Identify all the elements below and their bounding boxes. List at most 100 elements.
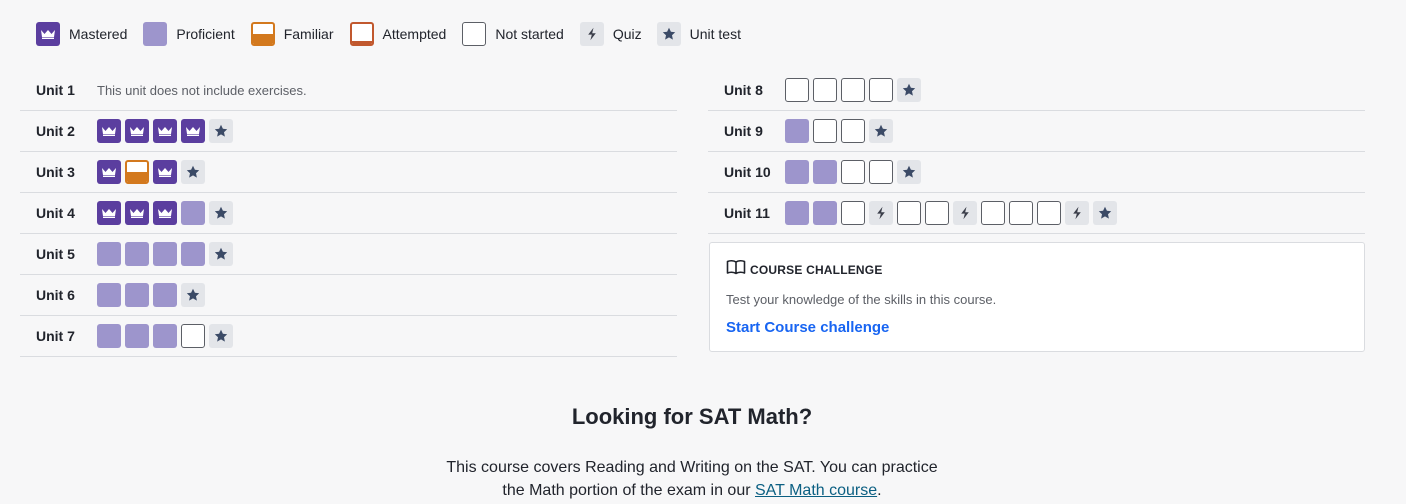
crown-icon bbox=[102, 209, 116, 218]
crown-icon bbox=[41, 30, 55, 39]
not-started-skill-box[interactable] bbox=[785, 78, 809, 102]
not-started-skill-box[interactable] bbox=[841, 78, 865, 102]
proficient-skill-box[interactable] bbox=[785, 119, 809, 143]
legend-item-mastered: Mastered bbox=[36, 22, 127, 46]
unit-link[interactable]: Unit 3 bbox=[36, 164, 97, 180]
star-icon bbox=[662, 27, 675, 40]
unit-test-icon[interactable] bbox=[181, 160, 205, 184]
units-right-column: Unit 8 Unit 9 Unit 10 Unit 11 bbox=[708, 70, 1365, 234]
not-started-skill-box[interactable] bbox=[813, 78, 837, 102]
not-started-skill-box[interactable] bbox=[869, 160, 893, 184]
sat-math-description: This course covers Reading and Writing o… bbox=[0, 456, 1384, 502]
mastered-skill-box[interactable] bbox=[97, 201, 121, 225]
not-started-skill-box[interactable] bbox=[841, 201, 865, 225]
star-icon bbox=[902, 83, 916, 96]
not-started-skill-box[interactable] bbox=[181, 324, 205, 348]
familiar-skill-box[interactable] bbox=[125, 160, 149, 184]
not-started-skill-box[interactable] bbox=[981, 201, 1005, 225]
proficient-skill-box bbox=[143, 22, 168, 46]
skill-boxes bbox=[97, 160, 205, 184]
proficient-skill-box[interactable] bbox=[125, 283, 149, 307]
proficient-skill-box[interactable] bbox=[97, 242, 121, 266]
proficient-skill-box[interactable] bbox=[125, 242, 149, 266]
not-started-skill-box[interactable] bbox=[925, 201, 949, 225]
proficient-skill-box[interactable] bbox=[181, 201, 205, 225]
familiar-skill-box bbox=[250, 22, 275, 46]
legend-item-quiz: Quiz bbox=[579, 22, 642, 46]
crown-icon bbox=[158, 209, 172, 218]
mastered-skill-box[interactable] bbox=[181, 119, 205, 143]
star-icon bbox=[214, 247, 228, 260]
unit-test-icon bbox=[656, 22, 681, 46]
unit-test-icon[interactable] bbox=[1093, 201, 1117, 225]
attempted-skill-box bbox=[349, 22, 374, 46]
proficient-skill-box[interactable] bbox=[153, 324, 177, 348]
quiz-icon[interactable] bbox=[869, 201, 893, 225]
unit-link[interactable]: Unit 7 bbox=[36, 328, 97, 344]
book-icon bbox=[726, 259, 746, 280]
mastered-skill-box[interactable] bbox=[153, 119, 177, 143]
unit-link[interactable]: Unit 5 bbox=[36, 246, 97, 262]
skill-boxes bbox=[97, 119, 233, 143]
unit-test-icon[interactable] bbox=[181, 283, 205, 307]
proficient-skill-box[interactable] bbox=[813, 160, 837, 184]
mastered-skill-box[interactable] bbox=[153, 160, 177, 184]
not-started-skill-box[interactable] bbox=[1037, 201, 1061, 225]
unit-row: Unit 1 This unit does not include exercis… bbox=[20, 70, 677, 111]
unit-test-icon[interactable] bbox=[209, 201, 233, 225]
mastered-skill-box[interactable] bbox=[97, 160, 121, 184]
unit-link[interactable]: Unit 6 bbox=[36, 287, 97, 303]
mastered-skill-box[interactable] bbox=[125, 119, 149, 143]
unit-link[interactable]: Unit 11 bbox=[724, 205, 785, 221]
not-started-skill-box[interactable] bbox=[869, 78, 893, 102]
unit-link[interactable]: Unit 9 bbox=[724, 123, 785, 139]
unit-row: Unit 7 bbox=[20, 316, 677, 357]
unit-link[interactable]: Unit 10 bbox=[724, 164, 785, 180]
not-started-skill-box[interactable] bbox=[841, 160, 865, 184]
sat-line-2-prefix: the Math portion of the exam in our bbox=[502, 482, 755, 499]
proficient-skill-box[interactable] bbox=[813, 201, 837, 225]
not-started-skill-box[interactable] bbox=[813, 119, 837, 143]
unit-link[interactable]: Unit 2 bbox=[36, 123, 97, 139]
unit-test-icon[interactable] bbox=[209, 324, 233, 348]
proficient-skill-box[interactable] bbox=[785, 160, 809, 184]
sat-line-1: This course covers Reading and Writing o… bbox=[446, 459, 938, 476]
unit-test-icon[interactable] bbox=[209, 119, 233, 143]
unit-test-icon[interactable] bbox=[897, 78, 921, 102]
quiz-icon[interactable] bbox=[1065, 201, 1089, 225]
unit-row: Unit 5 bbox=[20, 234, 677, 275]
star-icon bbox=[874, 124, 888, 137]
crown-icon bbox=[102, 127, 116, 136]
proficient-skill-box[interactable] bbox=[97, 324, 121, 348]
legend-label: Familiar bbox=[283, 26, 334, 42]
proficient-skill-box[interactable] bbox=[153, 283, 177, 307]
sat-math-course-link[interactable]: SAT Math course bbox=[755, 482, 877, 499]
sat-math-section: Looking for SAT Math? This course covers… bbox=[0, 404, 1384, 502]
unit-row: Unit 9 bbox=[708, 111, 1365, 152]
proficient-skill-box[interactable] bbox=[97, 283, 121, 307]
not-started-skill-box[interactable] bbox=[1009, 201, 1033, 225]
unit-test-icon[interactable] bbox=[897, 160, 921, 184]
start-course-challenge-link[interactable]: Start Course challenge bbox=[726, 319, 889, 336]
unit-row: Unit 8 bbox=[708, 70, 1365, 111]
unit-test-icon[interactable] bbox=[209, 242, 233, 266]
unit-row: Unit 4 bbox=[20, 193, 677, 234]
proficient-skill-box[interactable] bbox=[181, 242, 205, 266]
mastered-skill-box[interactable] bbox=[125, 201, 149, 225]
unit-link[interactable]: Unit 8 bbox=[724, 82, 785, 98]
mastered-skill-box[interactable] bbox=[97, 119, 121, 143]
unit-test-icon[interactable] bbox=[869, 119, 893, 143]
unit-link[interactable]: Unit 4 bbox=[36, 205, 97, 221]
unit-link[interactable]: Unit 1 bbox=[36, 82, 97, 98]
skill-boxes bbox=[785, 78, 921, 102]
proficient-skill-box[interactable] bbox=[785, 201, 809, 225]
proficient-skill-box[interactable] bbox=[153, 242, 177, 266]
course-challenge-description: Test your knowledge of the skills in thi… bbox=[726, 292, 997, 307]
mastered-skill-box[interactable] bbox=[153, 201, 177, 225]
star-icon bbox=[186, 288, 200, 301]
quiz-icon[interactable] bbox=[953, 201, 977, 225]
not-started-skill-box[interactable] bbox=[897, 201, 921, 225]
proficient-skill-box[interactable] bbox=[125, 324, 149, 348]
not-started-skill-box[interactable] bbox=[841, 119, 865, 143]
legend-label: Quiz bbox=[612, 26, 642, 42]
